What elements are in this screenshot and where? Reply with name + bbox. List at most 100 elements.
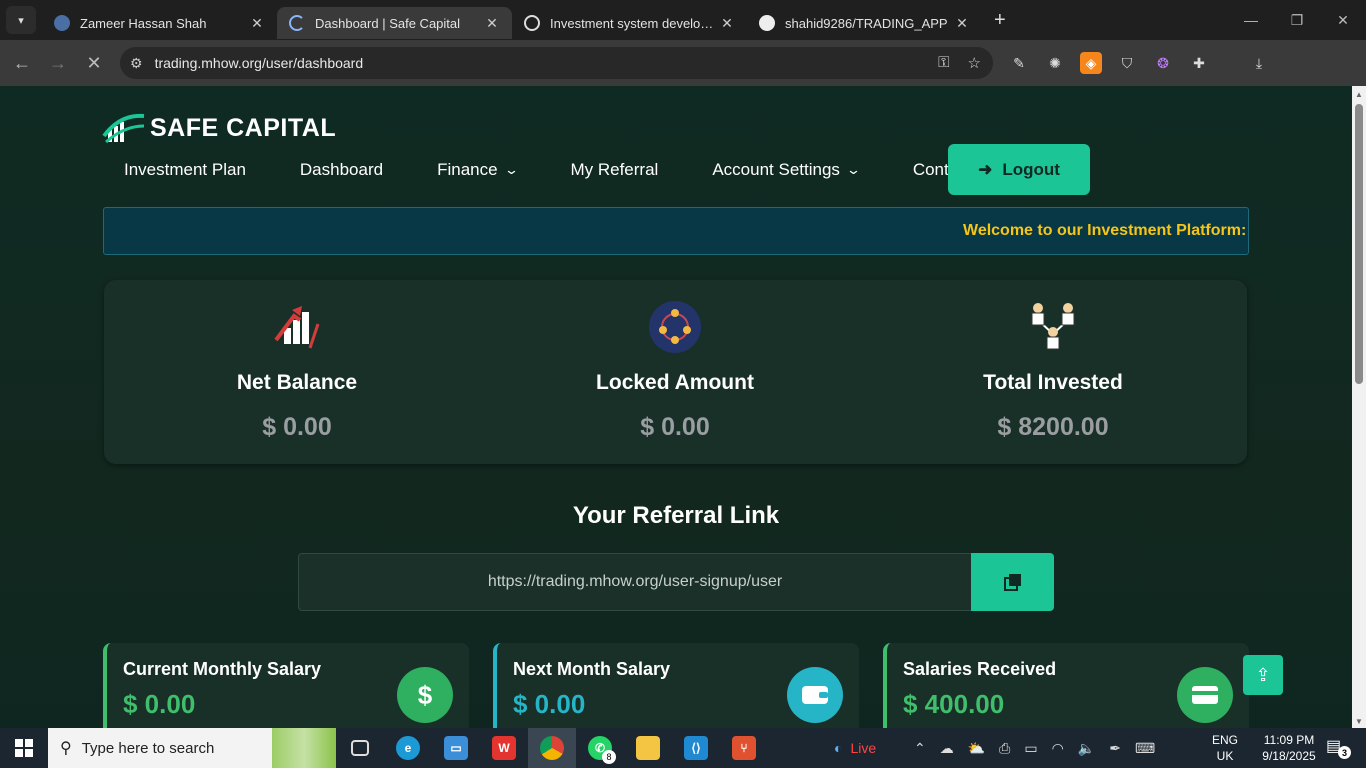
- close-icon[interactable]: ✕: [249, 15, 265, 32]
- scroll-to-top-button[interactable]: ⇪: [1243, 655, 1283, 695]
- chrome-app[interactable]: [528, 728, 576, 768]
- current-monthly-salary-card: Current Monthly Salary $ 0.00 $: [103, 643, 469, 728]
- back-icon[interactable]: ←: [4, 53, 40, 74]
- keyboard-icon[interactable]: ⌨: [1135, 740, 1155, 757]
- tab-search-button[interactable]: ▾: [6, 6, 36, 34]
- salaries-received-card: Salaries Received $ 400.00: [883, 643, 1249, 728]
- taskbar-search[interactable]: ⚲ Type here to search: [48, 728, 336, 768]
- stat-label: Net Balance: [236, 371, 358, 394]
- browser-toolbar: ← → ✕ ⚙ trading.mhow.org/user/dashboard …: [0, 40, 1366, 114]
- cloud-sync-icon[interactable]: ⛅: [968, 740, 985, 757]
- logout-button[interactable]: ➜ Logout: [948, 144, 1090, 195]
- shield-extension-icon[interactable]: ⛉: [1116, 52, 1138, 74]
- eyedropper-extension-icon[interactable]: ✎: [1008, 52, 1030, 74]
- minimize-icon[interactable]: —: [1228, 0, 1274, 40]
- new-tab-button[interactable]: +: [994, 9, 1006, 32]
- vscode-app[interactable]: ⟨⟩: [672, 728, 720, 768]
- toolbar-divider: [1224, 52, 1234, 74]
- volume-icon[interactable]: 🔈: [1078, 740, 1095, 757]
- window-controls: — ❐ ✕: [1228, 0, 1366, 40]
- referral-title: Your Referral Link: [572, 502, 780, 529]
- chevron-down-icon: ⌄: [845, 162, 861, 177]
- card-value: $ 0.00: [513, 689, 586, 719]
- chevron-down-icon: ⌄: [503, 162, 519, 177]
- task-view-button[interactable]: [336, 728, 384, 768]
- referral-link-field[interactable]: https://trading.mhow.org/user-signup/use…: [298, 553, 972, 611]
- brand-name: SAFE CAPITAL: [150, 113, 337, 142]
- sign-out-icon: ➜: [978, 159, 993, 179]
- stat-total-invested: Total Invested $ 8200.00: [903, 300, 1203, 442]
- notification-center-button[interactable]: ▤ 3: [1326, 736, 1351, 759]
- file-explorer-app[interactable]: [624, 728, 672, 768]
- nav-investment-plan[interactable]: Investment Plan: [124, 160, 246, 180]
- announcement-marquee: Welcome to our Investment Platform:: [103, 207, 1249, 255]
- nav-my-referral[interactable]: My Referral: [570, 160, 658, 180]
- copy-link-button[interactable]: [971, 553, 1054, 611]
- meet-now-icon[interactable]: ⎙: [999, 740, 1010, 757]
- browser-tab-strip: ▾ Zameer Hassan Shah ✕ Dashboard | Safe …: [0, 0, 1366, 40]
- nav-account-settings[interactable]: Account Settings ⌄: [712, 160, 861, 180]
- clock-time: 11:09 PM: [1263, 733, 1315, 747]
- search-highlight-image: [272, 728, 336, 768]
- tab-4[interactable]: shahid9286/TRADING_APP ✕: [747, 7, 982, 39]
- pen-icon[interactable]: ✒: [1109, 740, 1121, 757]
- wallet-icon: [787, 667, 843, 723]
- language-indicator[interactable]: ENG UK: [1212, 732, 1238, 764]
- tab-1[interactable]: Zameer Hassan Shah ✕: [42, 7, 277, 39]
- edge-app[interactable]: e: [384, 728, 432, 768]
- ai-extension-icon[interactable]: ✺: [1044, 52, 1066, 74]
- main-nav: Investment Plan Dashboard Finance ⌄ My Re…: [124, 160, 1051, 180]
- wifi-icon[interactable]: ◠: [1052, 740, 1064, 757]
- github-icon: [759, 15, 775, 31]
- site-info-icon[interactable]: ⚙: [130, 55, 143, 72]
- site-logo[interactable]: SAFE CAPITAL: [102, 112, 336, 144]
- tab-title: Dashboard | Safe Capital: [315, 15, 461, 31]
- nav-finance[interactable]: Finance ⌄: [437, 160, 519, 180]
- card-title: Salaries Received: [903, 659, 1057, 679]
- nav-label: Account Settings: [712, 160, 840, 179]
- nav-label: My Referral: [570, 160, 659, 179]
- metamask-extension-icon[interactable]: ◈: [1080, 52, 1102, 74]
- cricket-icon: ◐: [834, 740, 843, 756]
- search-placeholder: Type here to search: [81, 739, 215, 757]
- notification-count: 3: [1338, 746, 1351, 759]
- close-icon[interactable]: ✕: [484, 15, 500, 32]
- nav-label: Finance: [437, 160, 498, 179]
- search-icon: ⚲: [60, 740, 72, 757]
- close-icon[interactable]: ✕: [719, 15, 735, 32]
- bookmark-star-icon[interactable]: ☆: [968, 54, 981, 72]
- brain-extension-icon[interactable]: ❂: [1152, 52, 1174, 74]
- onedrive-icon[interactable]: ☁: [940, 740, 954, 757]
- scroll-up-icon[interactable]: ▲: [1355, 90, 1363, 99]
- password-key-icon[interactable]: ⚿: [938, 54, 949, 72]
- git-app[interactable]: ⑂: [720, 728, 768, 768]
- nav-dashboard[interactable]: Dashboard: [300, 160, 383, 180]
- battery-icon[interactable]: ▭: [1024, 740, 1037, 757]
- forward-icon[interactable]: →: [40, 53, 76, 74]
- puzzle-extensions-icon[interactable]: ✚: [1188, 52, 1210, 74]
- chevron-up-icon[interactable]: ⌃: [914, 740, 926, 757]
- close-icon[interactable]: ✕: [954, 15, 970, 32]
- stop-loading-icon[interactable]: ✕: [76, 53, 112, 74]
- start-button[interactable]: [0, 728, 48, 768]
- stat-label: Locked Amount: [596, 371, 754, 394]
- address-bar[interactable]: ⚙ trading.mhow.org/user/dashboard ⚿ ☆: [120, 47, 993, 79]
- close-window-icon[interactable]: ✕: [1320, 0, 1366, 40]
- laptop-app[interactable]: ▭: [432, 728, 480, 768]
- whatsapp-app[interactable]: ✆ 8: [576, 728, 624, 768]
- restore-icon[interactable]: ❐: [1274, 0, 1320, 40]
- scroll-down-icon[interactable]: ▼: [1355, 717, 1363, 726]
- clock[interactable]: 11:09 PM 9/18/2025: [1252, 732, 1326, 764]
- people-network-icon: [1031, 303, 1075, 350]
- scrollbar-thumb[interactable]: [1355, 104, 1363, 384]
- card-title: Current Monthly Salary: [123, 659, 322, 679]
- download-icon[interactable]: ⤓: [1248, 52, 1270, 74]
- wps-office-app[interactable]: W: [480, 728, 528, 768]
- tab-3[interactable]: Investment system developmen ✕: [512, 7, 747, 39]
- dollar-icon: $: [397, 667, 453, 723]
- next-month-salary-card: Next Month Salary $ 0.00: [493, 643, 859, 728]
- clock-date: 9/18/2025: [1262, 749, 1316, 763]
- tab-2[interactable]: Dashboard | Safe Capital ✕: [277, 7, 512, 39]
- page-scrollbar[interactable]: ▲ ▼: [1352, 86, 1366, 728]
- live-news-widget[interactable]: ◐ Live: [834, 728, 876, 768]
